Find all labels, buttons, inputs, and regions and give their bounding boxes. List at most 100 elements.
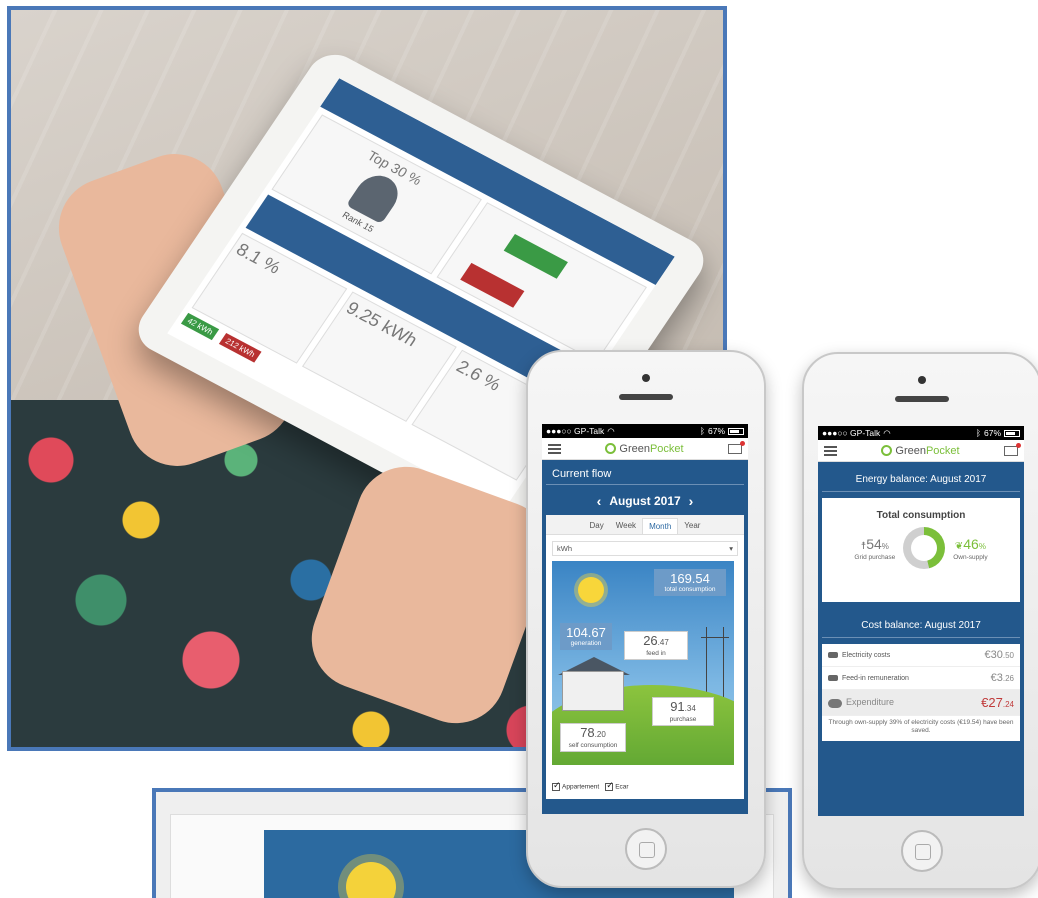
tab-month[interactable]: Month — [642, 518, 679, 534]
cost-row-feed-in-label: Feed-in remuneration — [842, 674, 909, 682]
wifi-icon: ◠ — [607, 425, 615, 436]
month-navigator: ‹ August 2017 › — [542, 485, 748, 515]
mail-icon[interactable] — [728, 440, 745, 454]
grid-purchase-value: ☨54% — [861, 536, 889, 552]
period-tabs: Day Week Month Year — [546, 515, 744, 535]
bluetooth-icon: ᛒ — [975, 428, 981, 438]
battery-icon — [1004, 429, 1020, 437]
self-consumption-dec: .20 — [594, 730, 606, 739]
cost-row-expenditure-label-wrap: Expenditure — [828, 697, 895, 708]
own-supply-donut — [903, 527, 946, 569]
own-supply-unit: % — [978, 541, 986, 551]
tab-day[interactable]: Day — [584, 518, 610, 534]
total-consumption-value: 169.54 — [670, 571, 710, 586]
leaf-icon: ❦ — [954, 540, 964, 552]
bluetooth-icon: ᛒ — [699, 426, 705, 436]
cost-row-electricity-label-wrap: Electricity costs — [828, 652, 890, 659]
total-consumption-label: total consumption — [664, 586, 716, 593]
checkbox-appartement[interactable]: Appartement — [552, 780, 599, 791]
month-label: August 2017 — [609, 494, 681, 508]
expenditure-amount: €27.24 — [981, 695, 1014, 710]
total-consumption-card: Total consumption ☨54% Grid purchase ❦46… — [822, 498, 1020, 602]
carrier-label: ●●●○○ GP-Talk — [546, 426, 605, 436]
feed-in-label: feed in — [646, 650, 666, 657]
greenpocket-logo-icon — [605, 443, 617, 454]
phone1-screen: ●●●○○ GP-Talk ◠ ᛒ 67% Green Pocket Curren… — [542, 424, 748, 814]
status-bar: ●●●○○ GP-Talk ◠ ᛒ 67% — [818, 426, 1024, 440]
cost-row-feed-in-amount: €3.26 — [991, 672, 1014, 684]
app-bar: Green Pocket — [818, 440, 1024, 462]
greenpocket-logo-icon — [881, 445, 893, 456]
hand-coin-icon — [828, 674, 838, 681]
tab-week[interactable]: Week — [610, 518, 642, 534]
energy-balance-title: Energy balance: August 2017 — [822, 462, 1020, 492]
earpiece — [619, 394, 673, 400]
grid-purchase-number: 54 — [866, 535, 882, 552]
electricity-amount-int: €30 — [984, 649, 1003, 661]
brand-pocket: Pocket — [649, 442, 684, 455]
cost-balance-title: Cost balance: August 2017 — [822, 608, 1020, 638]
total-consumption-heading: Total consumption — [876, 510, 966, 521]
grid-purchase-label: Grid purchase — [854, 553, 896, 561]
filter-checkboxes: Appartement Ecar — [552, 780, 629, 791]
hamburger-menu-icon[interactable] — [824, 445, 837, 456]
cost-balance-card: Electricity costs €30.50 Feed-in remuner… — [822, 644, 1020, 741]
generation-value: 104.67 — [566, 625, 606, 640]
front-camera — [918, 376, 926, 384]
piggy-bank-icon — [828, 698, 842, 708]
feed-in-dec: .47 — [657, 638, 669, 647]
battery-percent: 67% — [707, 426, 725, 436]
home-button[interactable] — [625, 828, 667, 870]
unit-select-value: kWh — [557, 544, 572, 553]
checkbox-ecar[interactable]: Ecar — [605, 780, 629, 791]
phone-current-flow: ●●●○○ GP-Talk ◠ ᛒ 67% Green Pocket Curren… — [526, 350, 766, 888]
carrier-label: ●●●○○ GP-Talk — [822, 428, 881, 438]
checkbox-checked-icon — [552, 780, 561, 791]
hamburger-menu-icon[interactable] — [548, 443, 561, 454]
own-supply-number: 46 — [963, 535, 979, 552]
expenditure-amount-dec: .24 — [1002, 700, 1014, 709]
mail-icon[interactable] — [1004, 442, 1021, 456]
electricity-amount-dec: .50 — [1002, 651, 1014, 660]
self-consumption-bubble: 78.20 self consumption — [560, 723, 626, 752]
flow-panel: Day Week Month Year kWh ▾ 169.54 total c… — [546, 515, 744, 799]
purchase-value: 91.34 — [657, 700, 709, 716]
tablet-green-tag — [503, 233, 568, 279]
status-bar: ●●●○○ GP-Talk ◠ ᛒ 67% — [542, 424, 748, 438]
expenditure-amount-int: €27 — [981, 695, 1003, 710]
battery-percent: 67% — [983, 428, 1001, 438]
app-bar: Green Pocket — [542, 438, 748, 460]
cost-row-expenditure: Expenditure €27.24 — [822, 690, 1020, 716]
earpiece — [895, 396, 949, 402]
feed-in-value: 26.47 — [629, 634, 683, 650]
feed-in-int: 26 — [643, 633, 658, 648]
self-consumption-value: 78.20 — [565, 726, 621, 742]
battery-icon — [728, 427, 744, 435]
brand-pocket: Pocket — [925, 444, 960, 457]
home-button[interactable] — [901, 830, 943, 872]
sun-icon — [578, 577, 604, 603]
composite-stage: Top 30 % Rank 15 8.1 % 9.25 kWh 2.6 % 42… — [0, 0, 1038, 898]
grid-purchase-unit: % — [881, 541, 889, 551]
purchase-bubble: 91.34 purchase — [652, 697, 714, 726]
purchase-dec: .34 — [684, 704, 696, 713]
cost-row-feed-in-label-wrap: Feed-in remuneration — [828, 675, 909, 682]
own-supply-stat: ❦46% Own-supply — [953, 536, 987, 561]
checkbox-checked-icon — [605, 780, 614, 791]
section-title-current-flow: Current flow — [546, 460, 744, 485]
greenpocket-logo: Green Pocket — [561, 443, 728, 455]
generation-label: generation — [570, 640, 602, 647]
cost-row-electricity: Electricity costs €30.50 — [822, 644, 1020, 667]
chevron-left-icon[interactable]: ‹ — [597, 493, 602, 509]
chevron-right-icon[interactable]: › — [689, 493, 694, 509]
wifi-icon: ◠ — [883, 427, 891, 438]
expenditure-label: Expenditure — [846, 697, 895, 708]
own-supply-value: ❦46% — [955, 536, 986, 552]
caret-down-icon: ▾ — [729, 544, 733, 553]
unit-select[interactable]: kWh ▾ — [552, 541, 738, 556]
tab-year[interactable]: Year — [678, 518, 706, 534]
plug-icon — [828, 651, 838, 658]
phone2-screen: ●●●○○ GP-Talk ◠ ᛒ 67% Green Pocket Energy… — [818, 426, 1024, 816]
purchase-int: 91 — [670, 699, 685, 714]
brand-green: Green — [895, 444, 926, 457]
